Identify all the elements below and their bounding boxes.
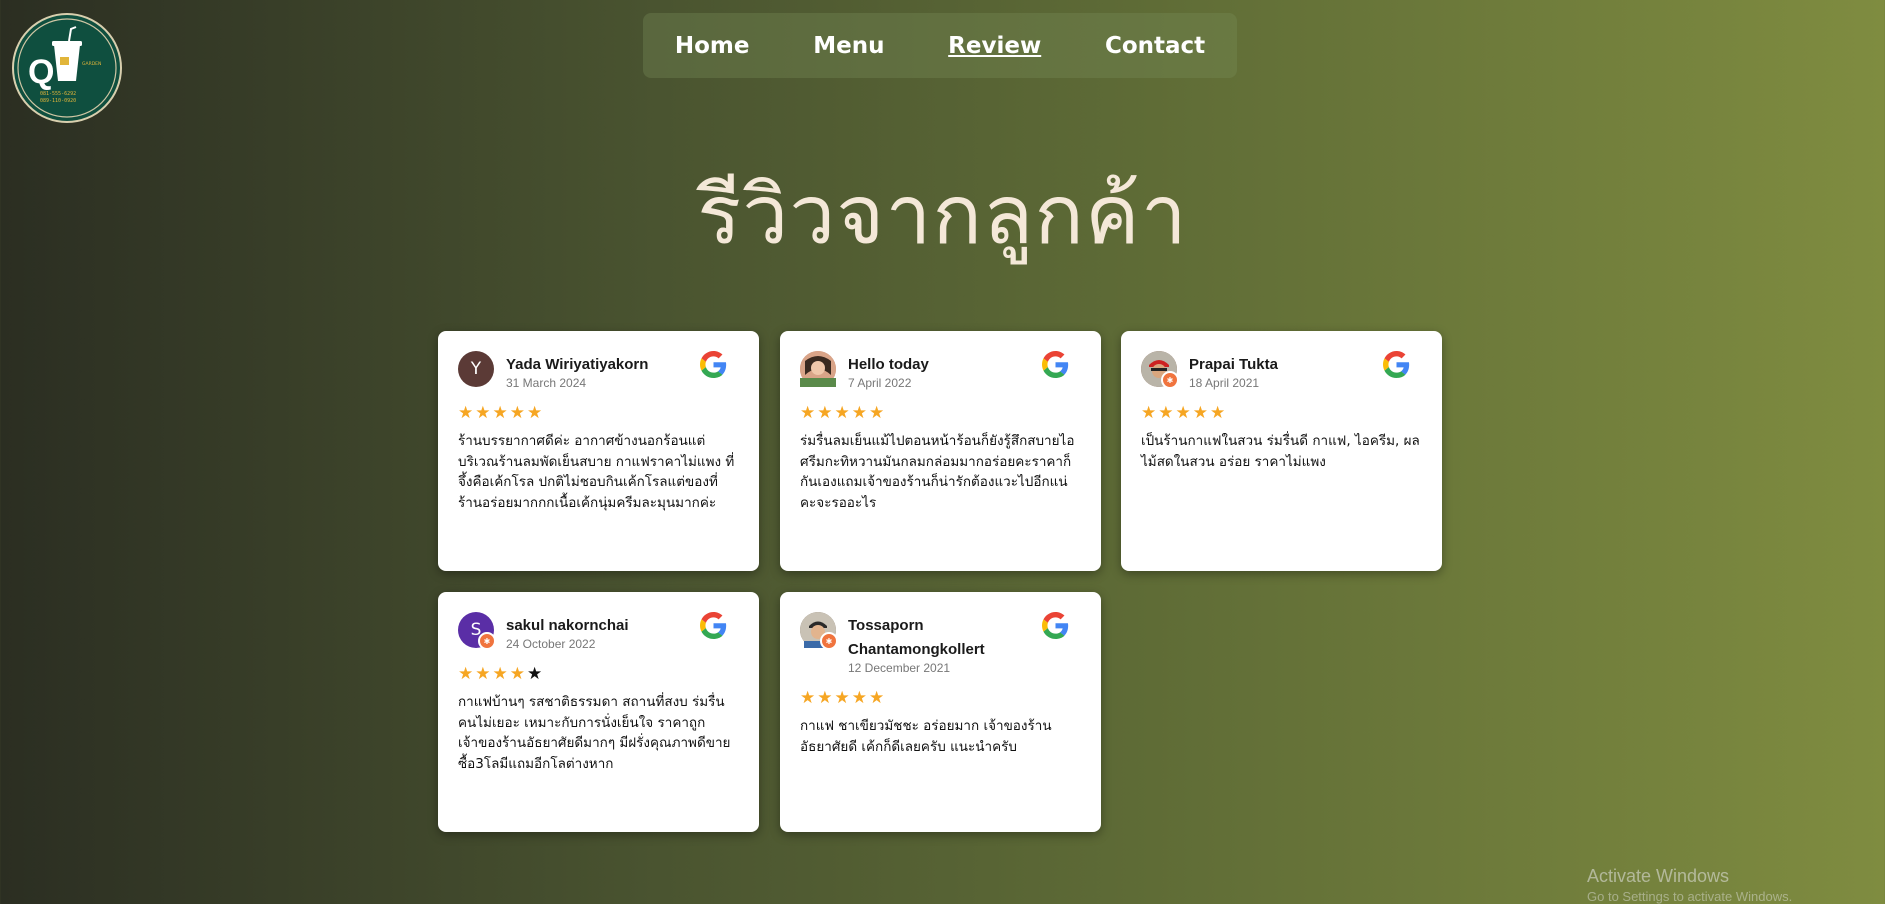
nav-menu[interactable]: Menu (813, 33, 884, 59)
google-icon[interactable] (1042, 612, 1069, 639)
avatar-photo-icon (800, 351, 836, 387)
review-text: กาแฟบ้านๆ รสชาติธรรมดา สถานที่สงบ ร่มรื่… (458, 694, 731, 772)
cafe-logo[interactable]: Q GARDEN 081-555-6292 089-110-0920 (12, 13, 122, 123)
local-guide-badge-icon: ✱ (478, 632, 496, 650)
review-text: เป็นร้านกาแฟในสวน ร่มรื่นดี กาแฟ, ไอครีม… (1141, 433, 1420, 470)
avatar: ✱ (1141, 351, 1179, 389)
local-guide-badge-icon: ✱ (820, 632, 838, 650)
avatar: S ✱ (458, 612, 496, 650)
star-rating: ★★★★★ (458, 403, 545, 423)
activate-windows-hint: Go to Settings to activate Windows. (1587, 889, 1793, 904)
review-card: S ✱ sakul nakornchai 24 October 2022 ★★★… (438, 592, 759, 832)
avatar: ✱ (800, 612, 838, 650)
main-nav: Home Menu Review Contact (643, 13, 1237, 78)
review-date: 31 March 2024 (506, 376, 587, 390)
review-card: ✱ Prapai Tukta 18 April 2021 ★★★★★ เป็นร… (1121, 331, 1442, 571)
review-text: กาแฟ ชาเขียวมัชชะ อร่อยมาก เจ้าของร้านอั… (800, 718, 1052, 755)
review-text: ร้านบรรยากาศดีค่ะ อากาศข้างนอกร้อนแต่บริ… (458, 433, 735, 511)
review-card: Hello today 7 April 2022 ★★★★★ ร่มรื่นลม… (780, 331, 1101, 571)
logo-phone-1: 081-555-6292 (40, 91, 76, 97)
nav-home[interactable]: Home (675, 33, 750, 59)
star-rating: ★★★★★ (458, 664, 545, 684)
avatar: Y (458, 351, 494, 387)
local-guide-badge-icon: ✱ (1161, 371, 1179, 389)
logo-graphic: Q GARDEN 081-555-6292 089-110-0920 (17, 18, 117, 118)
avatar-initial: Y (470, 359, 482, 379)
cup-icon (52, 26, 82, 81)
activate-windows-watermark: Activate Windows (1587, 866, 1730, 886)
review-card: ✱ Tossaporn Chantamongkollert 12 Decembe… (780, 592, 1101, 832)
review-date: 18 April 2021 (1189, 376, 1260, 390)
reviewer-name: Tossaporn Chantamongkollert (848, 617, 985, 658)
review-date: 12 December 2021 (848, 661, 951, 675)
logo-phone-2: 089-110-0920 (40, 98, 76, 104)
google-icon[interactable] (700, 351, 727, 378)
reviewer-name: Hello today (848, 356, 929, 373)
reviewer-name: Prapai Tukta (1189, 356, 1278, 373)
review-date: 24 October 2022 (506, 637, 596, 651)
nav-contact[interactable]: Contact (1105, 33, 1205, 59)
reviewer-name: sakul nakornchai (506, 617, 629, 634)
avatar (800, 351, 836, 387)
reviewer-name: Yada Wiriyatiyakorn (506, 356, 649, 373)
star-rating: ★★★★★ (800, 688, 887, 708)
logo-brand: GARDEN (82, 61, 101, 67)
page-title: รีวิวจากลูกค้า (697, 168, 1188, 263)
nav-review[interactable]: Review (948, 33, 1041, 59)
review-date: 7 April 2022 (848, 376, 912, 390)
google-icon[interactable] (1383, 351, 1410, 378)
google-icon[interactable] (700, 612, 727, 639)
star-rating: ★★★★★ (1141, 403, 1228, 423)
review-text: ร่มรื่นลมเย็นแม้ไปตอนหน้าร้อนก็ยังรู้สึก… (800, 433, 1075, 511)
google-icon[interactable] (1042, 351, 1069, 378)
star-rating: ★★★★★ (800, 403, 887, 423)
review-card: Y Yada Wiriyatiyakorn 31 March 2024 ★★★★… (438, 331, 759, 571)
logo-letter: Q (28, 53, 54, 91)
